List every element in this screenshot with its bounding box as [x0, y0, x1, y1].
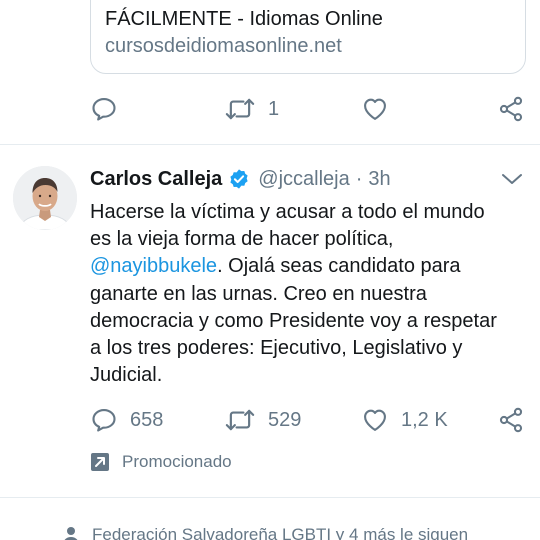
tweet-text-line: a los tres poderes: Ejecutivo, Legislati… — [90, 337, 463, 360]
promoted-label: Promocionado — [122, 452, 232, 471]
author-handle[interactable]: @jccalleja — [258, 168, 349, 191]
tweet-text-line: democracia y como Presidente voy a respe… — [90, 309, 497, 332]
retweet-button[interactable]: 529 — [224, 400, 301, 440]
author-name[interactable]: Carlos Calleja — [90, 168, 222, 191]
mention-link[interactable]: @nayibbukele — [90, 255, 217, 277]
retweet-count: 1 — [268, 97, 280, 120]
tweet-menu-button[interactable] — [499, 168, 525, 190]
share-icon — [499, 407, 523, 433]
reply-count: 658 — [130, 408, 164, 431]
link-card-title: FÁCILMENTE - Idiomas Online — [105, 8, 383, 30]
tweet-text-line: ganarte en las urnas. Creo en nuestra — [90, 282, 427, 305]
reply-icon — [92, 409, 116, 432]
social-context[interactable]: Federación Salvadoreña LGBTI y 4 más le … — [62, 520, 468, 540]
link-card-domain: cursosdeidiomasonline.net — [105, 35, 342, 57]
tweet-divider — [0, 144, 540, 145]
link-preview-card[interactable]: FÁCILMENTE - Idiomas Online cursosdeidio… — [90, 0, 526, 74]
like-button[interactable] — [361, 89, 389, 129]
promoted-icon — [91, 453, 109, 471]
like-button[interactable]: 1,2 K — [361, 400, 448, 440]
tweet-text-line: es la vieja forma de hacer política, — [90, 228, 394, 251]
tweet-header: Carlos Calleja @jccalleja · 3h — [90, 164, 391, 194]
retweet-icon — [225, 98, 255, 120]
like-count: 1,2 K — [401, 408, 448, 431]
share-icon — [499, 96, 523, 122]
tweet-timestamp[interactable]: 3h — [368, 168, 390, 191]
tweet-divider — [0, 497, 540, 498]
reply-button[interactable] — [90, 89, 118, 129]
tweet-actions: 658 529 1,2 K — [0, 400, 540, 440]
tweet-text-line: @nayibbukele. Ojalá seas candidato para — [90, 253, 530, 280]
tweet-text-line: Hacerse la víctima y acusar a todo el mu… — [90, 201, 485, 223]
avatar[interactable] — [13, 166, 77, 230]
retweet-icon — [225, 409, 255, 431]
previous-tweet-actions: 1 — [0, 89, 540, 129]
tweet-text-fragment: . Ojalá seas candidato para — [217, 255, 461, 278]
share-button[interactable] — [497, 400, 525, 440]
retweet-button[interactable]: 1 — [224, 89, 279, 129]
social-context-text: Federación Salvadoreña LGBTI y 4 más le … — [92, 525, 469, 540]
person-icon — [64, 527, 78, 540]
reply-button[interactable]: 658 — [90, 400, 163, 440]
tweet-text: Hacerse la víctima y acusar a todo el mu… — [90, 199, 530, 389]
retweet-count: 529 — [268, 408, 302, 431]
chevron-down-icon — [502, 174, 522, 184]
tweet-text-line: Judicial. — [90, 364, 163, 387]
share-button[interactable] — [497, 89, 525, 129]
verified-icon — [230, 169, 248, 189]
profile-photo — [13, 166, 77, 230]
separator-dot: · — [355, 167, 363, 190]
like-icon — [364, 98, 386, 120]
like-icon — [364, 409, 386, 431]
promoted-indicator[interactable]: Promocionado — [90, 449, 232, 475]
verified-badge — [228, 168, 250, 190]
reply-icon — [92, 98, 116, 121]
